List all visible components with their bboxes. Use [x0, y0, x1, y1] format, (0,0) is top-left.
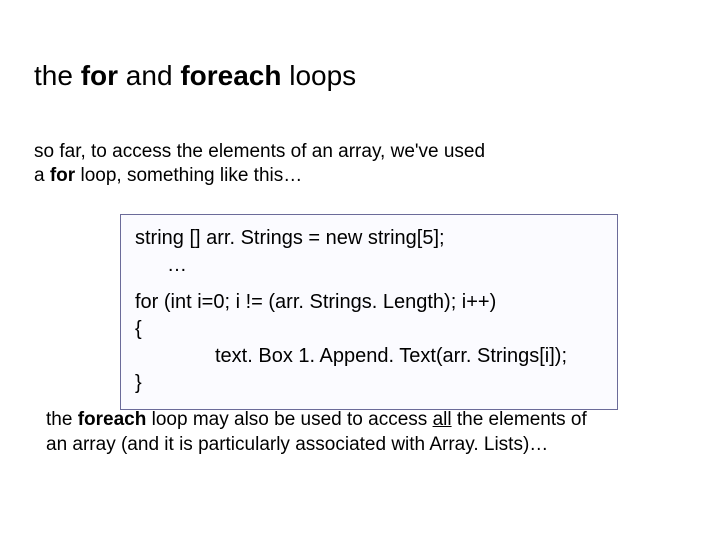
- outro-o3: loop may also be used to access: [146, 409, 432, 430]
- code-gap: [135, 279, 603, 289]
- code-line-5: text. Box 1. Append. Text(arr. Strings[i…: [135, 343, 603, 370]
- slide: the for and foreach loops so far, to acc…: [0, 0, 720, 540]
- intro-line-1: so far, to access the elements of an arr…: [34, 140, 634, 164]
- code-line-3: for (int i=0; i != (arr. Strings. Length…: [135, 289, 603, 316]
- code-line-1: string [] arr. Strings = new string[5];: [135, 225, 603, 252]
- intro-keyword-for: for: [50, 165, 75, 186]
- outro-underline-all: all: [433, 409, 452, 430]
- title-keyword-foreach: foreach: [180, 60, 281, 91]
- intro-l2a: a: [34, 165, 50, 186]
- outro-paragraph: the foreach loop may also be used to acc…: [46, 408, 666, 457]
- intro-paragraph: so far, to access the elements of an arr…: [34, 140, 634, 188]
- outro-line-1: the foreach loop may also be used to acc…: [46, 408, 666, 433]
- title-text-1: the: [34, 60, 81, 91]
- code-line-4: {: [135, 316, 603, 343]
- title-text-3: and: [118, 60, 180, 91]
- intro-line-2: a for loop, something like this…: [34, 164, 634, 188]
- title-keyword-for: for: [81, 60, 118, 91]
- outro-o1: the: [46, 409, 78, 430]
- title-text-5: loops: [281, 60, 356, 91]
- code-line-2: …: [135, 252, 603, 279]
- intro-l2c: loop, something like this…: [75, 165, 302, 186]
- outro-o5: the elements of: [452, 409, 587, 430]
- code-line-6: }: [135, 370, 603, 397]
- code-box: string [] arr. Strings = new string[5]; …: [120, 214, 618, 410]
- slide-title: the for and foreach loops: [34, 60, 356, 92]
- outro-keyword-foreach: foreach: [78, 409, 147, 430]
- outro-line-2: an array (and it is particularly associa…: [46, 433, 666, 458]
